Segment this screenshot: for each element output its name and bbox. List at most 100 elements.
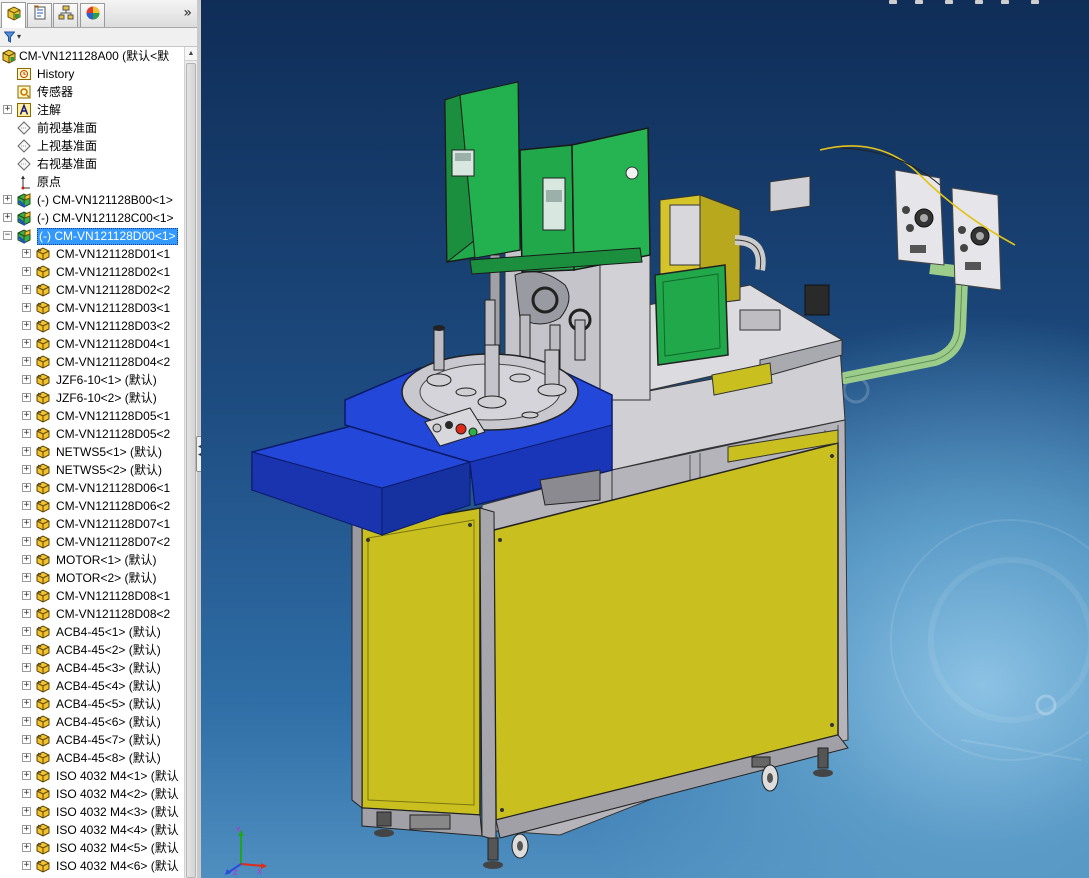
tree-node[interactable]: 前视基准面 bbox=[0, 119, 184, 137]
filter-icon[interactable] bbox=[3, 30, 16, 48]
expand-toggle-icon[interactable]: + bbox=[22, 339, 31, 348]
expand-toggle-icon[interactable]: + bbox=[22, 627, 31, 636]
expand-panel-chevron-icon[interactable]: » bbox=[183, 5, 192, 21]
tree-component[interactable]: + ISO 4032 M4<2> (默认 bbox=[0, 785, 184, 803]
expand-toggle-icon[interactable]: + bbox=[22, 375, 31, 384]
tree-component[interactable]: + MOTOR<1> (默认) bbox=[0, 551, 184, 569]
tree-node[interactable]: + (-) CM-VN121128B00<1> bbox=[0, 191, 184, 209]
tree-component[interactable]: + CM-VN121128D07<2 bbox=[0, 533, 184, 551]
expand-toggle-icon[interactable]: + bbox=[22, 717, 31, 726]
graphics-area[interactable]: Y X Z bbox=[201, 0, 1089, 878]
expand-toggle-icon[interactable]: + bbox=[22, 591, 31, 600]
expand-toggle-icon[interactable]: + bbox=[22, 303, 31, 312]
tree-component[interactable]: + CM-VN121128D06<1 bbox=[0, 479, 184, 497]
filter-dropdown-icon[interactable]: ▾ bbox=[17, 32, 21, 41]
tree-component[interactable]: + JZF6-10<2> (默认) bbox=[0, 389, 184, 407]
expand-toggle-icon[interactable]: + bbox=[22, 447, 31, 456]
tree-component[interactable]: + CM-VN121128D02<1 bbox=[0, 263, 184, 281]
expand-toggle-icon[interactable]: + bbox=[3, 213, 12, 222]
tree-node[interactable]: 传感器 bbox=[0, 83, 184, 101]
tree-component[interactable]: + ISO 4032 M4<5> (默认 bbox=[0, 839, 184, 857]
tree-component[interactable]: + MOTOR<2> (默认) bbox=[0, 569, 184, 587]
expand-toggle-icon[interactable]: + bbox=[22, 483, 31, 492]
tree-component[interactable]: + CM-VN121128D08<1 bbox=[0, 587, 184, 605]
scrollbar-thumb[interactable] bbox=[186, 63, 196, 878]
tree-component[interactable]: + CM-VN121128D04<1 bbox=[0, 335, 184, 353]
expand-toggle-icon[interactable]: + bbox=[22, 285, 31, 294]
tree-component[interactable]: + CM-VN121128D03<1 bbox=[0, 299, 184, 317]
expand-toggle-icon[interactable]: + bbox=[22, 663, 31, 672]
tree-node[interactable]: + 注解 bbox=[0, 101, 184, 119]
expand-toggle-icon[interactable]: + bbox=[22, 861, 31, 870]
expand-toggle-icon[interactable]: + bbox=[22, 465, 31, 474]
tree-component[interactable]: + CM-VN121128D04<2 bbox=[0, 353, 184, 371]
tree-component[interactable]: + CM-VN121128D03<2 bbox=[0, 317, 184, 335]
scroll-up-arrow-icon[interactable]: ▲ bbox=[185, 47, 197, 61]
tree-component[interactable]: + JZF6-10<1> (默认) bbox=[0, 371, 184, 389]
collapse-toggle-icon[interactable]: − bbox=[3, 231, 12, 240]
tree-component-label: CM-VN121128D03<2 bbox=[56, 319, 171, 333]
tree-node[interactable]: 原点 bbox=[0, 173, 184, 191]
tree-component[interactable]: + ISO 4032 M4<3> (默认 bbox=[0, 803, 184, 821]
expand-toggle-icon[interactable]: + bbox=[22, 699, 31, 708]
tree-node[interactable]: 右视基准面 bbox=[0, 155, 184, 173]
tree-component-label: CM-VN121128D08<1 bbox=[56, 589, 171, 603]
tree-component[interactable]: + ACB4-45<5> (默认) bbox=[0, 695, 184, 713]
tree-component[interactable]: + CM-VN121128D01<1 bbox=[0, 245, 184, 263]
tab-feature-manager[interactable] bbox=[1, 2, 26, 28]
tree-component[interactable]: + NETWS5<1> (默认) bbox=[0, 443, 184, 461]
tree-component[interactable]: + CM-VN121128D06<2 bbox=[0, 497, 184, 515]
tab-configuration-manager[interactable] bbox=[53, 3, 78, 27]
expand-toggle-icon[interactable]: + bbox=[22, 249, 31, 258]
tree-component[interactable]: + ACB4-45<7> (默认) bbox=[0, 731, 184, 749]
tree-node[interactable]: 上视基准面 bbox=[0, 137, 184, 155]
expand-toggle-icon[interactable]: + bbox=[22, 537, 31, 546]
tree-component[interactable]: + ISO 4032 M4<6> (默认 bbox=[0, 857, 184, 875]
tree-component[interactable]: + ACB4-45<1> (默认) bbox=[0, 623, 184, 641]
expand-toggle-icon[interactable]: + bbox=[22, 645, 31, 654]
tree-component[interactable]: + CM-VN121128D05<2 bbox=[0, 425, 184, 443]
expand-toggle-icon[interactable]: + bbox=[3, 195, 12, 204]
tree-node[interactable]: − (-) CM-VN121128D00<1> bbox=[0, 227, 184, 245]
expand-toggle-icon[interactable]: + bbox=[22, 555, 31, 564]
tree-root-assembly[interactable]: CM-VN121128A00 (默认<默 bbox=[0, 47, 184, 65]
expand-toggle-icon[interactable]: + bbox=[22, 573, 31, 582]
expand-toggle-icon[interactable]: + bbox=[22, 771, 31, 780]
tree-component[interactable]: + ACB4-45<6> (默认) bbox=[0, 713, 184, 731]
tab-property-manager[interactable] bbox=[27, 3, 52, 27]
expand-toggle-icon[interactable]: + bbox=[22, 753, 31, 762]
expand-toggle-icon[interactable]: + bbox=[22, 843, 31, 852]
expand-toggle-icon[interactable]: + bbox=[22, 429, 31, 438]
tree-component[interactable]: + CM-VN121128D08<2 bbox=[0, 605, 184, 623]
expand-toggle-icon[interactable]: + bbox=[22, 807, 31, 816]
machine-3d-model[interactable] bbox=[201, 0, 1089, 878]
wire-feeder-unit[interactable] bbox=[819, 145, 1016, 384]
tree-component[interactable]: + NETWS5<2> (默认) bbox=[0, 461, 184, 479]
expand-toggle-icon[interactable]: + bbox=[22, 609, 31, 618]
expand-toggle-icon[interactable]: + bbox=[22, 681, 31, 690]
tree-node[interactable]: + (-) CM-VN121128C00<1> bbox=[0, 209, 184, 227]
expand-toggle-icon[interactable]: + bbox=[22, 357, 31, 366]
tree-component[interactable]: + CM-VN121128D07<1 bbox=[0, 515, 184, 533]
tree-component[interactable]: + ACB4-45<4> (默认) bbox=[0, 677, 184, 695]
tree-component[interactable]: + CM-VN121128D05<1 bbox=[0, 407, 184, 425]
tree-component[interactable]: + ACB4-45<3> (默认) bbox=[0, 659, 184, 677]
expand-toggle-icon[interactable]: + bbox=[22, 501, 31, 510]
expand-toggle-icon[interactable]: + bbox=[22, 321, 31, 330]
expand-toggle-icon[interactable]: + bbox=[22, 393, 31, 402]
tree-component[interactable]: + ACB4-45<2> (默认) bbox=[0, 641, 184, 659]
tree-component[interactable]: + ISO 4032 M4<4> (默认 bbox=[0, 821, 184, 839]
tree-node[interactable]: History bbox=[0, 65, 184, 83]
green-safety-enclosure[interactable] bbox=[444, 81, 651, 275]
tree-component[interactable]: + CM-VN121128D02<2 bbox=[0, 281, 184, 299]
expand-toggle-icon[interactable]: + bbox=[3, 105, 12, 114]
tree-component[interactable]: + ACB4-45<8> (默认) bbox=[0, 749, 184, 767]
tree-component[interactable]: + ISO 4032 M4<1> (默认 bbox=[0, 767, 184, 785]
expand-toggle-icon[interactable]: + bbox=[22, 735, 31, 744]
tab-display-manager[interactable] bbox=[80, 3, 105, 27]
expand-toggle-icon[interactable]: + bbox=[22, 267, 31, 276]
expand-toggle-icon[interactable]: + bbox=[22, 519, 31, 528]
expand-toggle-icon[interactable]: + bbox=[22, 789, 31, 798]
expand-toggle-icon[interactable]: + bbox=[22, 411, 31, 420]
expand-toggle-icon[interactable]: + bbox=[22, 825, 31, 834]
